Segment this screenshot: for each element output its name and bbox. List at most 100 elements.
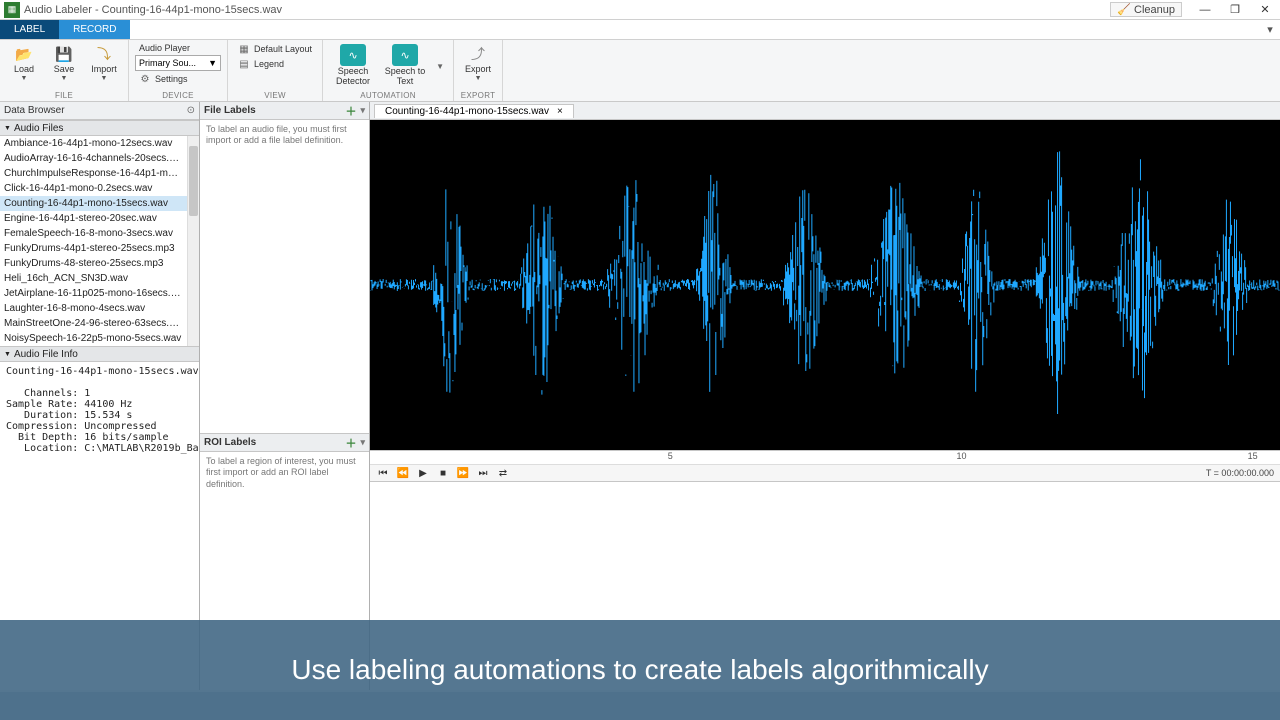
speech-to-text-label: Speech to Text [381, 67, 429, 87]
ribbon-group-device: Audio Player Primary Sou...▼ ⚙ Settings … [129, 40, 228, 101]
stop-button[interactable]: ■ [436, 466, 450, 480]
skip-start-button[interactable]: ⏮ [376, 466, 390, 480]
file-list-item[interactable]: Ambiance-16-44p1-mono-12secs.wav [0, 136, 187, 151]
time-tick: 5 [668, 451, 673, 461]
file-list-item[interactable]: Heli_16ch_ACN_SN3D.wav [0, 271, 187, 286]
scrollbar[interactable] [187, 136, 199, 346]
app-icon: ▦ [4, 2, 20, 18]
file-list-item[interactable]: JetAirplane-16-11p025-mono-16secs.wav [0, 286, 187, 301]
time-tick: 15 [1248, 451, 1258, 461]
close-tab-icon[interactable]: × [557, 106, 563, 117]
speech-detector-label: Speech Detector [329, 67, 377, 87]
roi-labels-menu-button[interactable]: ▾ [360, 437, 365, 448]
file-list-item[interactable]: MainStreetOne-24-96-stereo-63secs.wav [0, 316, 187, 331]
settings-button[interactable]: ⚙ Settings [135, 72, 221, 86]
file-list-item[interactable]: Counting-16-44p1-mono-15secs.wav [0, 196, 187, 211]
toolstrip-tabs: LABEL RECORD ▾ [0, 20, 1280, 40]
group-label-view: VIEW [234, 91, 316, 101]
cleanup-button[interactable]: 🧹 Cleanup [1110, 2, 1182, 17]
ribbon-group-automation: ∿ Speech Detector ∿ Speech to Text ▼ AUT… [323, 40, 454, 101]
group-label-file: FILE [6, 91, 122, 101]
audio-file-info-header[interactable]: ▼ Audio File Info [0, 346, 199, 362]
group-label-device: DEVICE [135, 91, 221, 101]
ribbon: 📂 Load ▼ 💾 Save ▼ ⤵ Import ▼ FILE Audio … [0, 40, 1280, 102]
add-file-label-button[interactable]: ＋ [345, 103, 356, 119]
shuffle-button[interactable]: ⇄ [496, 466, 510, 480]
export-button[interactable]: ⤴ Export ▼ [460, 42, 496, 82]
file-list-item[interactable]: AudioArray-16-16-4channels-20secs.wav [0, 151, 187, 166]
main-area: Data Browser ⊙ ▼ Audio Files Ambiance-16… [0, 102, 1280, 690]
audio-files-header[interactable]: ▼ Audio Files [0, 120, 199, 136]
file-list-item[interactable]: FunkyDrums-44p1-stereo-25secs.mp3 [0, 241, 187, 256]
transport-bar: ⏮ ⏪ ▶ ■ ⏩ ⏭ ⇄ T = 00:00:00.000 [370, 464, 1280, 482]
tab-record[interactable]: RECORD [59, 20, 130, 39]
load-button[interactable]: 📂 Load ▼ [6, 42, 42, 82]
labels-column: File Labels ＋ ▾ To label an audio file, … [200, 102, 370, 690]
waveform-display[interactable] [370, 120, 1280, 450]
add-roi-label-button[interactable]: ＋ [345, 435, 356, 451]
file-labels-header: File Labels ＋ ▾ [200, 102, 369, 120]
file-list-item[interactable]: Laughter-16-8-mono-4secs.wav [0, 301, 187, 316]
data-browser-header: Data Browser ⊙ [0, 102, 199, 120]
file-list-item[interactable]: Engine-16-44p1-stereo-20sec.wav [0, 211, 187, 226]
audio-player-selected: Primary Sou... [139, 58, 196, 68]
tab-label[interactable]: LABEL [0, 20, 59, 39]
audio-files-list: Ambiance-16-44p1-mono-12secs.wavAudioArr… [0, 136, 199, 346]
caret-down-icon: ▼ [4, 351, 11, 358]
file-list-item[interactable]: ChurchImpulseResponse-16-44p1-mono-5secs… [0, 166, 187, 181]
export-label: Export [465, 65, 491, 75]
minimize-button[interactable]: — [1190, 0, 1220, 20]
waveform-svg [370, 120, 1280, 450]
audio-file-info-label: Audio File Info [14, 349, 78, 360]
legend-icon: ▤ [238, 58, 250, 70]
close-button[interactable]: ✕ [1250, 0, 1280, 20]
settings-label: Settings [155, 74, 188, 84]
window-title: Audio Labeler - Counting-16-44p1-mono-15… [24, 4, 1110, 16]
document-tab[interactable]: Counting-16-44p1-mono-15secs.wav × [374, 104, 574, 118]
import-button[interactable]: ⤵ Import ▼ [86, 42, 122, 82]
scrollbar-thumb[interactable] [189, 146, 198, 216]
file-labels-menu-button[interactable]: ▾ [360, 105, 365, 116]
rewind-button[interactable]: ⏪ [396, 466, 410, 480]
save-icon: 💾 [54, 44, 74, 64]
file-labels-panel: File Labels ＋ ▾ To label an audio file, … [200, 102, 369, 434]
maximize-button[interactable]: ❐ [1220, 0, 1250, 20]
fast-forward-button[interactable]: ⏩ [456, 466, 470, 480]
panel-options-icon[interactable]: ⊙ [187, 105, 195, 116]
automation-more-button[interactable]: ▼ [433, 42, 447, 71]
speech-detector-icon: ∿ [340, 44, 366, 66]
default-layout-label: Default Layout [254, 44, 312, 54]
gear-icon: ⚙ [139, 73, 151, 85]
document-tabs: Counting-16-44p1-mono-15secs.wav × [370, 102, 1280, 120]
audio-files-label: Audio Files [14, 123, 63, 134]
ribbon-group-file: 📂 Load ▼ 💾 Save ▼ ⤵ Import ▼ FILE [0, 40, 129, 101]
time-tick: 10 [956, 451, 966, 461]
caret-down-icon: ▼ [4, 125, 11, 132]
time-axis: 5 10 15 [370, 450, 1280, 464]
caption-text: Use labeling automations to create label… [291, 654, 988, 686]
file-list-item[interactable]: FunkyDrums-48-stereo-25secs.mp3 [0, 256, 187, 271]
roi-labels-title: ROI Labels [204, 437, 256, 448]
group-label-automation: AUTOMATION [329, 91, 447, 101]
folder-open-icon: 📂 [14, 44, 34, 64]
caption-banner: Use labeling automations to create label… [0, 620, 1280, 720]
speech-detector-button[interactable]: ∿ Speech Detector [329, 42, 377, 87]
help-button[interactable]: ▾ [1260, 20, 1280, 39]
file-list-item[interactable]: FemaleSpeech-16-8-mono-3secs.wav [0, 226, 187, 241]
file-list-item[interactable]: Click-16-44p1-mono-0.2secs.wav [0, 181, 187, 196]
audio-player-dropdown[interactable]: Primary Sou...▼ [135, 55, 221, 71]
skip-end-button[interactable]: ⏭ [476, 466, 490, 480]
file-list-item[interactable]: NoisySpeech-16-22p5-mono-5secs.wav [0, 331, 187, 346]
group-label-export: EXPORT [460, 91, 496, 101]
load-label: Load [14, 65, 34, 75]
play-button[interactable]: ▶ [416, 466, 430, 480]
save-button[interactable]: 💾 Save ▼ [46, 42, 82, 82]
save-label: Save [54, 65, 75, 75]
speech-to-text-icon: ∿ [392, 44, 418, 66]
legend-button[interactable]: ▤ Legend [234, 57, 316, 71]
data-browser-title: Data Browser [4, 105, 65, 116]
data-browser-panel: Data Browser ⊙ ▼ Audio Files Ambiance-16… [0, 102, 200, 690]
default-layout-button[interactable]: ▦ Default Layout [234, 42, 316, 56]
ribbon-group-view: ▦ Default Layout ▤ Legend VIEW [228, 40, 323, 101]
speech-to-text-button[interactable]: ∿ Speech to Text [381, 42, 429, 87]
